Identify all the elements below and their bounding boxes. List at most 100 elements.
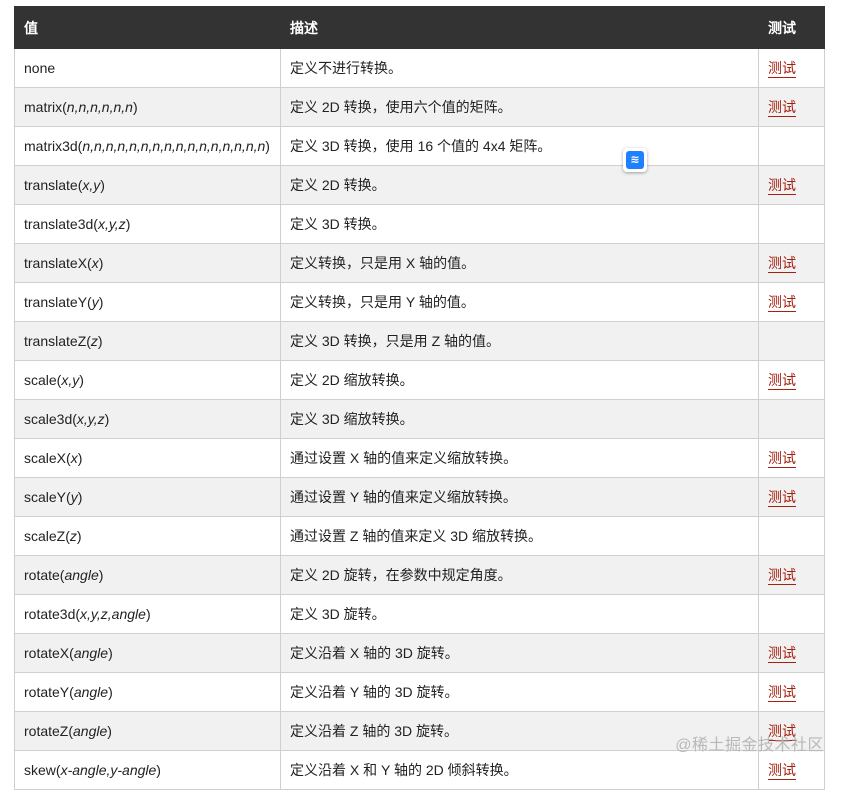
table-row: scale3d(x,y,z) 定义 3D 缩放转换。 (14, 399, 825, 439)
value-cell: rotateZ(angle) (14, 711, 281, 751)
header-test: 测试 (758, 6, 825, 49)
test-cell (758, 516, 825, 556)
function-name: none (24, 60, 56, 76)
test-link[interactable]: 测试 (768, 60, 796, 78)
table-row: skew(x-angle,y-angle) 定义沿着 X 和 Y 轴的 2D 倾斜… (14, 750, 825, 790)
function-args: x,y (61, 372, 80, 388)
function-name: scaleZ( (24, 528, 70, 544)
table-row: translateX(x) 定义转换，只是用 X 轴的值。 测试 (14, 243, 825, 283)
function-name: matrix( (24, 99, 67, 115)
test-link[interactable]: 测试 (768, 567, 796, 585)
test-cell: 测试 (758, 750, 825, 790)
test-link[interactable]: 测试 (768, 762, 796, 780)
function-close-paren: ) (107, 723, 112, 739)
table-row: none 定义不进行转换。 测试 (14, 48, 825, 88)
test-cell (758, 204, 825, 244)
table-row: matrix3d(n,n,n,n,n,n,n,n,n,n,n,n,n,n,n,n… (14, 126, 825, 166)
function-args: angle (73, 684, 109, 700)
test-cell: 测试 (758, 555, 825, 595)
description-cell: 定义 3D 转换，使用 16 个值的 4x4 矩阵。 (280, 126, 759, 166)
test-link[interactable]: 测试 (768, 489, 796, 507)
description-cell: 定义转换，只是用 X 轴的值。 (280, 243, 759, 283)
value-cell: translateY(y) (14, 282, 281, 322)
description-cell: 定义 3D 旋转。 (280, 594, 759, 634)
value-cell: skew(x-angle,y-angle) (14, 750, 281, 790)
function-name: scaleX( (24, 450, 71, 466)
test-cell: 测试 (758, 243, 825, 283)
function-name: scaleY( (24, 489, 71, 505)
function-args: z (69, 528, 77, 544)
function-args: angle (64, 567, 99, 583)
test-link[interactable]: 测试 (768, 99, 796, 117)
value-cell: scaleY(y) (14, 477, 281, 517)
function-close-paren: ) (145, 606, 151, 622)
function-args: n,n,n,n,n,n (66, 99, 133, 115)
table-body: none 定义不进行转换。 测试 matrix(n,n,n,n,n,n) 定义 2D 转… (14, 48, 825, 790)
description-cell: 定义 3D 转换，只是用 Z 轴的值。 (280, 321, 759, 361)
function-close-paren: ) (97, 333, 103, 349)
description-cell: 通过设置 Z 轴的值来定义 3D 缩放转换。 (280, 516, 759, 556)
value-cell: scale3d(x,y,z) (14, 399, 281, 439)
function-close-paren: ) (156, 762, 161, 778)
value-cell: translateZ(z) (14, 321, 281, 361)
bookmark-app-icon[interactable]: ≋ (623, 148, 647, 172)
description-cell: 定义转换，只是用 Y 轴的值。 (280, 282, 759, 322)
test-link[interactable]: 测试 (768, 684, 796, 702)
function-name: scale3d( (24, 411, 77, 427)
description-cell: 定义 2D 缩放转换。 (280, 360, 759, 400)
function-args: angle (73, 645, 109, 661)
function-args: y (91, 294, 99, 310)
function-name: translateZ( (24, 333, 91, 349)
function-args: z (90, 333, 98, 349)
function-name: rotateZ( (24, 723, 74, 739)
description-cell: 定义沿着 X 轴的 3D 旋转。 (280, 633, 759, 673)
test-link[interactable]: 测试 (768, 255, 796, 273)
value-cell: rotate3d(x,y,z,angle) (14, 594, 281, 634)
watermark: @稀土掘金技术社区 (675, 737, 824, 754)
test-cell: 测试 (758, 165, 825, 205)
function-close-paren: ) (98, 567, 104, 583)
value-cell: translateX(x) (14, 243, 281, 283)
function-args: angle (73, 723, 108, 739)
description-cell: 定义 3D 缩放转换。 (280, 399, 759, 439)
description-cell: 定义不进行转换。 (280, 48, 759, 88)
value-cell: translate3d(x,y,z) (14, 204, 281, 244)
table-row: rotate(angle) 定义 2D 旋转，在参数中规定角度。 测试 (14, 555, 825, 595)
description-cell: 定义 2D 旋转，在参数中规定角度。 (280, 555, 759, 595)
value-cell: rotateY(angle) (14, 672, 281, 712)
value-cell: rotate(angle) (14, 555, 281, 595)
function-args: x,y,z (76, 411, 105, 427)
function-args: x,y,z (97, 216, 126, 232)
test-link[interactable]: 测试 (768, 450, 796, 468)
test-cell: 测试 (758, 438, 825, 478)
function-close-paren: ) (77, 489, 83, 505)
function-close-paren: ) (79, 372, 84, 388)
test-cell (758, 126, 825, 166)
value-cell: none (14, 48, 281, 88)
test-link[interactable]: 测试 (768, 294, 796, 312)
value-cell: matrix(n,n,n,n,n,n) (14, 87, 281, 127)
description-cell: 通过设置 Y 轴的值来定义缩放转换。 (280, 477, 759, 517)
function-args: x (70, 450, 78, 466)
table-row: matrix(n,n,n,n,n,n) 定义 2D 转换，使用六个值的矩阵。 测试 (14, 87, 825, 127)
test-cell: 测试 (758, 672, 825, 712)
function-args: x,y (82, 177, 101, 193)
table-row: scaleY(y) 通过设置 Y 轴的值来定义缩放转换。 测试 (14, 477, 825, 517)
function-close-paren: ) (108, 684, 113, 700)
table-row: scaleX(x) 通过设置 X 轴的值来定义缩放转换。 测试 (14, 438, 825, 478)
description-cell: 定义沿着 X 和 Y 轴的 2D 倾斜转换。 (280, 750, 759, 790)
function-name: rotateX( (24, 645, 74, 661)
test-cell: 测试 (758, 633, 825, 673)
test-link[interactable]: 测试 (768, 372, 796, 390)
test-link[interactable]: 测试 (768, 645, 796, 663)
bookmark-glyph: ≋ (626, 151, 644, 169)
test-cell: 测试 (758, 360, 825, 400)
test-cell: 测试 (758, 48, 825, 88)
test-link[interactable]: 测试 (768, 177, 796, 195)
description-cell: 定义沿着 Y 轴的 3D 旋转。 (280, 672, 759, 712)
value-cell: matrix3d(n,n,n,n,n,n,n,n,n,n,n,n,n,n,n,n… (14, 126, 281, 166)
function-close-paren: ) (98, 294, 104, 310)
value-cell: rotateX(angle) (14, 633, 281, 673)
function-name: translate( (24, 177, 83, 193)
function-name: rotate3d( (24, 606, 81, 622)
